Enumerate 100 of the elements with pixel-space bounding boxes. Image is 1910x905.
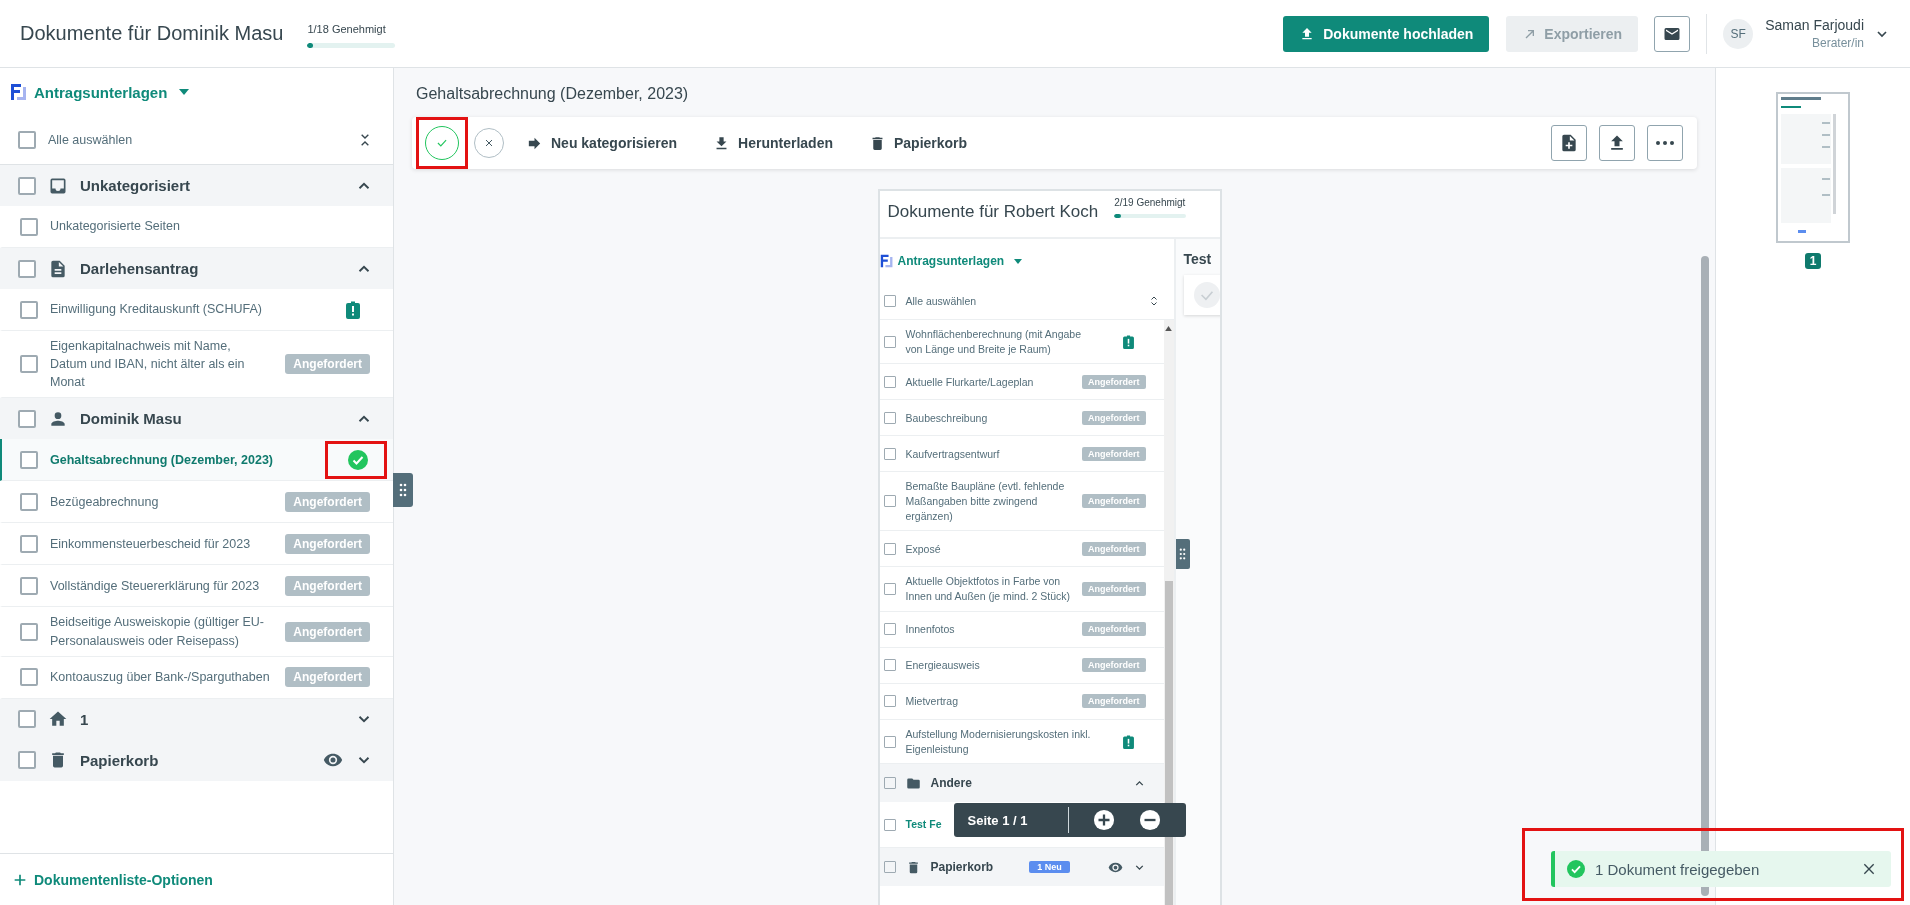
- progress-label: 1/18 Genehmigt: [307, 23, 387, 35]
- close-icon[interactable]: [1861, 861, 1877, 877]
- document-item[interactable]: Bezügeabrechnung Angefordert: [0, 481, 393, 524]
- document-label: Wohnflächenberechnung (mit Angabe von Länge und Breite je Raum): [905, 327, 1082, 357]
- checkbox[interactable]: [883, 861, 896, 874]
- checkbox[interactable]: [883, 659, 896, 672]
- check-circle-icon: [1193, 282, 1220, 308]
- checkbox[interactable]: [18, 131, 36, 149]
- document-label: Gehaltsabrechnung (Dezember, 2023): [50, 451, 274, 469]
- status-badge: Angefordert: [1082, 541, 1146, 556]
- checkbox[interactable]: [883, 295, 896, 307]
- document-label: Exposé: [905, 541, 942, 557]
- checkbox[interactable]: [883, 777, 896, 790]
- zoom-out-icon[interactable]: [1138, 809, 1161, 831]
- checkbox[interactable]: [883, 542, 896, 555]
- checkbox[interactable]: [883, 583, 896, 596]
- checkbox[interactable]: [20, 217, 38, 236]
- page-number[interactable]: 1: [1804, 253, 1822, 269]
- document-item[interactable]: Aktuelle Flurkarte/Lageplan Angefordert: [879, 364, 1164, 401]
- checkbox[interactable]: [20, 534, 38, 553]
- success-icon: [1567, 860, 1585, 878]
- document-label[interactable]: Test Fe: [905, 817, 942, 833]
- checkbox[interactable]: [20, 450, 38, 469]
- checkbox[interactable]: [18, 751, 36, 770]
- checkbox[interactable]: [18, 409, 36, 428]
- document-item[interactable]: Gehaltsabrechnung (Dezember, 2023): [0, 439, 393, 482]
- checkbox[interactable]: [18, 710, 36, 729]
- document-label: Bezügeabrechnung: [50, 493, 160, 511]
- checkbox[interactable]: [883, 375, 896, 388]
- status-badge: Angefordert: [285, 491, 370, 512]
- document-item[interactable]: Aktuelle Objektfotos in Farbe von Innen und Außen (je mind. 2 Stück) Angefordert: [879, 567, 1164, 612]
- document-label: Vollständige Steuererklärung für 2023: [50, 577, 261, 595]
- more-button[interactable]: [1647, 125, 1683, 161]
- checkbox[interactable]: [883, 623, 896, 636]
- approve-button[interactable]: [425, 126, 459, 160]
- group-header[interactable]: Darlehensantrag: [0, 248, 393, 289]
- document-item[interactable]: Mietvertrag Angefordert: [879, 683, 1164, 720]
- document-item[interactable]: Bemaßte Baupläne (evtl. fehlende Maßangaben bitte zwingend ergänzen) Angefordert: [879, 472, 1164, 532]
- document-item[interactable]: Einwilligung Kreditauskunft (SCHUFA): [0, 289, 393, 331]
- group-title: 1: [80, 710, 90, 728]
- upload-icon-button[interactable]: [1599, 125, 1635, 161]
- scrollbar[interactable]: [1163, 320, 1174, 905]
- checkbox[interactable]: [20, 492, 38, 511]
- page-indicator: Seite 1 / 1: [967, 812, 1029, 828]
- upload-button[interactable]: Dokumente hochladen: [1283, 15, 1490, 52]
- document-label: Einwilligung Kreditauskunft (SCHUFA): [50, 301, 263, 319]
- document-item[interactable]: Kaufvertragsentwurf Angefordert: [879, 436, 1164, 473]
- document-item[interactable]: Beidseitige Ausweiskopie (gültiger EU-Personalausweis oder Reisepass) Angefordert: [0, 607, 393, 657]
- group-header[interactable]: Papierkorb: [0, 739, 393, 781]
- checkbox[interactable]: [20, 668, 38, 687]
- group-header[interactable]: Unkategorisiert: [0, 165, 393, 206]
- checkbox[interactable]: [20, 300, 38, 319]
- add-file-icon: [1559, 133, 1579, 153]
- checkbox[interactable]: [20, 355, 38, 374]
- checkbox[interactable]: [883, 335, 896, 348]
- resize-handle[interactable]: [393, 473, 413, 507]
- document-item[interactable]: Wohnflächenberechnung (mit Angabe von Länge und Breite je Raum): [879, 320, 1164, 365]
- select-all-label[interactable]: Alle auswählen: [48, 130, 345, 150]
- toolbar-action[interactable]: Papierkorb: [863, 133, 974, 153]
- status-badge: Angefordert: [1082, 582, 1146, 597]
- select-all-label[interactable]: Alle auswählen: [905, 293, 1138, 309]
- scroll-up-icon[interactable]: [1165, 326, 1172, 331]
- caret-icon[interactable]: [1014, 258, 1023, 264]
- document-item[interactable]: Energieausweis Angefordert: [879, 647, 1164, 684]
- checkbox[interactable]: [20, 622, 38, 641]
- logo-icon: [10, 83, 28, 101]
- checkbox[interactable]: [883, 495, 896, 508]
- checkbox[interactable]: [883, 735, 896, 748]
- document-label: Energieausweis: [905, 657, 981, 673]
- zoom-in-icon[interactable]: [1092, 809, 1115, 831]
- checkbox[interactable]: [883, 447, 896, 460]
- group-title: Darlehensantrag: [80, 260, 200, 277]
- checkbox[interactable]: [883, 411, 896, 424]
- group-header[interactable]: Papierkorb 1 Neu: [879, 848, 1164, 887]
- checkbox[interactable]: [883, 818, 896, 831]
- avatar[interactable]: SF: [1723, 18, 1754, 49]
- document-item[interactable]: Kontoauszug über Bank-/Sparguthaben Angefordert: [0, 656, 393, 699]
- reject-button[interactable]: [474, 128, 504, 158]
- checkbox[interactable]: [18, 176, 36, 195]
- toolbar-action[interactable]: Herunterladen: [707, 133, 839, 153]
- group-header[interactable]: Dominik Masu: [0, 398, 393, 440]
- document-item[interactable]: Baubeschreibung Angefordert: [879, 400, 1164, 437]
- progress-label: 2/19 Genehmigt: [1114, 197, 1187, 208]
- group-header[interactable]: 1: [0, 698, 393, 740]
- group-header[interactable]: Andere: [879, 764, 1164, 803]
- document-item[interactable]: Vollständige Steuererklärung für 2023 Angefordert: [0, 565, 393, 608]
- document-item[interactable]: Exposé Angefordert: [879, 531, 1164, 568]
- checkbox[interactable]: [883, 695, 896, 708]
- category-dropdown[interactable]: Antragsunterlagen: [34, 83, 190, 101]
- document-item[interactable]: Einkommensteuerbescheid für 2023 Angefordert: [0, 523, 393, 566]
- checkbox[interactable]: [20, 576, 38, 595]
- toolbar-action[interactable]: Neu kategorisieren: [520, 133, 684, 153]
- add-file-button[interactable]: [1551, 125, 1587, 161]
- document-item[interactable]: Innenfotos Angefordert: [879, 611, 1164, 648]
- caret-icon: [179, 89, 190, 95]
- status-badge: Angefordert: [1082, 494, 1146, 509]
- category-dropdown[interactable]: Antragsunterlagen: [897, 254, 1005, 268]
- document-icon: [48, 258, 68, 279]
- mail-button[interactable]: [1654, 15, 1691, 52]
- checkbox[interactable]: [18, 259, 36, 278]
